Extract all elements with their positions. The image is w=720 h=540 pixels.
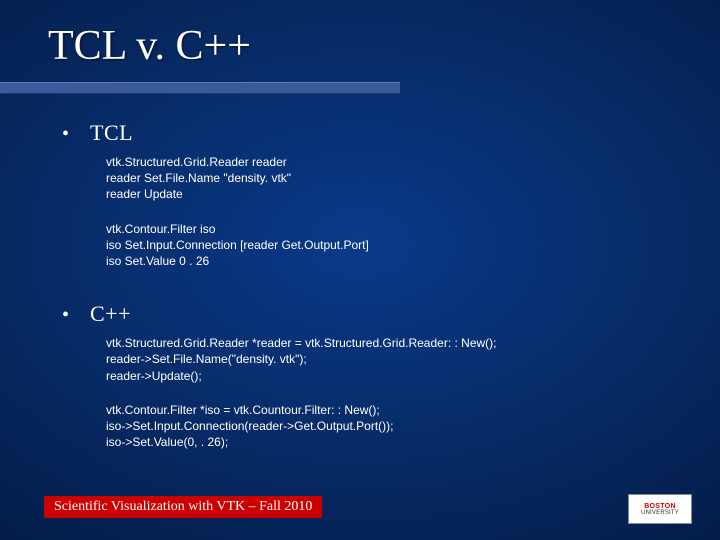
code-line: reader->Update();: [106, 368, 680, 384]
bullet-tcl: • TCL: [62, 120, 680, 146]
slide-title: TCL v. C++: [48, 22, 251, 70]
code-line: iso Set.Value 0 . 26: [106, 253, 680, 269]
code-block-tcl-2: vtk.Contour.Filter iso iso Set.Input.Con…: [106, 221, 680, 270]
code-line: reader Update: [106, 186, 680, 202]
logo-text-bottom: UNIVERSITY: [641, 510, 679, 516]
title-underline-bar: [0, 82, 400, 94]
code-block-tcl-1: vtk.Structured.Grid.Reader reader reader…: [106, 154, 680, 203]
code-block-cpp-1: vtk.Structured.Grid.Reader *reader = vtk…: [106, 335, 680, 384]
code-line: vtk.Structured.Grid.Reader *reader = vtk…: [106, 335, 680, 351]
bullet-dot: •: [62, 123, 90, 146]
code-line: vtk.Structured.Grid.Reader reader: [106, 154, 680, 170]
bullet-label: TCL: [90, 120, 133, 146]
bullet-label: C++: [90, 301, 131, 327]
code-line: reader Set.File.Name "density. vtk": [106, 170, 680, 186]
bullet-cpp: • C++: [62, 301, 680, 327]
slide-body: • TCL vtk.Structured.Grid.Reader reader …: [62, 120, 680, 468]
code-line: vtk.Contour.Filter *iso = vtk.Countour.F…: [106, 402, 680, 418]
footer-bar: Scientific Visualization with VTK – Fall…: [44, 496, 322, 518]
code-line: reader->Set.File.Name("density. vtk");: [106, 351, 680, 367]
bullet-dot: •: [62, 304, 90, 327]
logo-text-top: BOSTON: [644, 503, 676, 510]
code-line: iso Set.Input.Connection [reader Get.Out…: [106, 237, 680, 253]
code-line: vtk.Contour.Filter iso: [106, 221, 680, 237]
boston-university-logo: BOSTON UNIVERSITY: [628, 494, 692, 524]
code-line: iso->Set.Value(0, . 26);: [106, 434, 680, 450]
footer-text: Scientific Visualization with VTK – Fall…: [54, 499, 312, 515]
code-line: iso->Set.Input.Connection(reader->Get.Ou…: [106, 418, 680, 434]
code-block-cpp-2: vtk.Contour.Filter *iso = vtk.Countour.F…: [106, 402, 680, 451]
